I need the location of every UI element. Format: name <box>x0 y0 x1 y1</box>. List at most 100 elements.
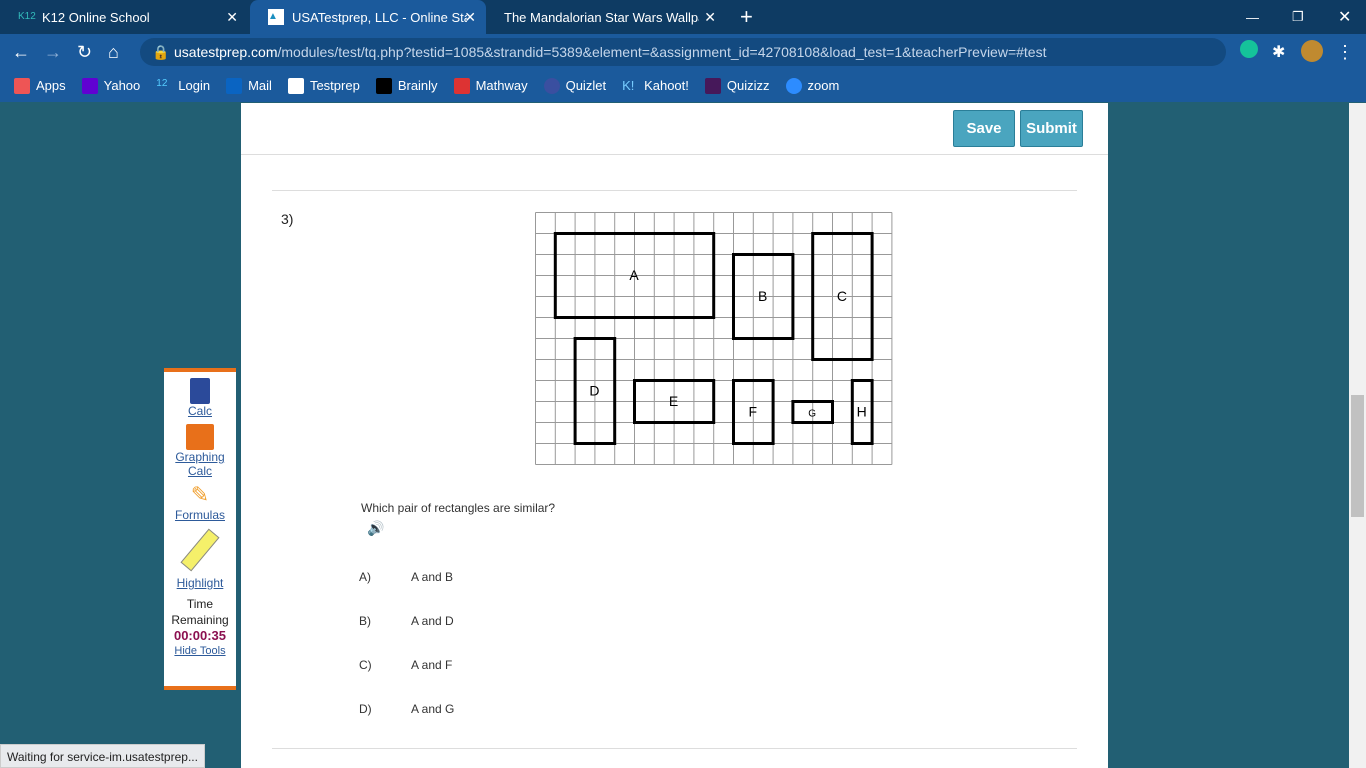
answer-text: A and D <box>411 614 454 628</box>
answer-a[interactable]: A) A and B <box>359 570 453 584</box>
mathway-icon <box>453 78 470 95</box>
apps-icon <box>14 78 30 95</box>
testprep-icon <box>287 78 304 95</box>
divider <box>272 190 1077 191</box>
status-bar: Waiting for service-im.usatestprep... <box>0 744 205 768</box>
bookmark-apps[interactable]: Apps <box>14 78 66 95</box>
question-number: 3) <box>281 211 294 227</box>
time-label: Time Remaining <box>171 597 229 627</box>
close-window-button[interactable]: ✕ <box>1320 0 1351 34</box>
calculator-icon[interactable] <box>190 378 210 404</box>
scrollbar[interactable] <box>1349 103 1366 768</box>
answer-d[interactable]: D) A and G <box>359 702 454 716</box>
outlook-icon <box>226 78 243 95</box>
bookmark-label: Quizizz <box>726 77 770 93</box>
speaker-icon[interactable]: 🔊 <box>367 520 384 537</box>
bookmark-quizlet[interactable]: Quizlet <box>543 77 607 95</box>
bookmark-label: Brainly <box>397 77 438 93</box>
rectangle-label: C <box>837 288 847 304</box>
tab-mandalorian[interactable]: The Mandalorian Star Wars Wallpaper ✕ <box>486 0 726 34</box>
bookmark-login[interactable]: 12 Login <box>156 78 210 95</box>
new-tab-button[interactable]: + <box>722 0 753 34</box>
kahoot-icon: K! <box>622 78 635 94</box>
k12-icon: K12 <box>18 11 36 22</box>
bookmark-testprep[interactable]: Testprep <box>287 77 360 95</box>
close-icon[interactable]: ✕ <box>226 9 238 26</box>
bookmarks-bar: Apps Yahoo 12 Login Mail Testprep Brainly… <box>0 70 1366 102</box>
bookmark-yahoo[interactable]: Yahoo <box>81 77 141 95</box>
reload-icon[interactable]: ↻ <box>77 42 92 63</box>
extensions-icon[interactable]: ✱ <box>1272 42 1285 62</box>
answer-text: A and B <box>411 570 454 584</box>
rectangles-figure: A B C D E F G H <box>535 212 893 465</box>
save-button[interactable]: Save <box>953 110 1015 147</box>
forward-icon[interactable]: → <box>44 42 62 63</box>
bookmark-label: Quizlet <box>565 77 607 93</box>
hide-tools-link[interactable]: Hide Tools <box>164 645 236 657</box>
menu-icon[interactable]: ⋮ <box>1336 42 1354 63</box>
close-icon[interactable]: ✕ <box>464 9 476 26</box>
graphing-calc-icon[interactable] <box>186 424 214 450</box>
avatar[interactable] <box>1301 40 1323 62</box>
divider <box>272 748 1077 749</box>
pencil-icon[interactable]: ✎ <box>164 482 236 508</box>
back-icon[interactable]: ← <box>12 42 30 63</box>
rectangle-label: G <box>808 409 816 420</box>
grammarly-icon[interactable] <box>1240 40 1258 58</box>
answer-letter: B) <box>359 614 371 628</box>
rectangle-label: F <box>749 404 758 420</box>
highlighter-icon[interactable] <box>180 528 220 572</box>
tab-usatestprep[interactable]: ▲ USATestprep, LLC - Online State-S✕ <box>250 0 486 34</box>
formulas-link[interactable]: Formulas <box>164 508 236 522</box>
submit-button[interactable]: Submit <box>1020 110 1083 147</box>
minimize-button[interactable]: — <box>1228 0 1259 34</box>
bookmark-mail[interactable]: Mail <box>226 78 272 95</box>
bookmark-kahoot[interactable]: K! Kahoot! <box>622 78 689 95</box>
rectangle-label: E <box>669 393 678 409</box>
quizlet-icon <box>543 78 560 95</box>
answer-text: A and F <box>411 658 453 672</box>
answer-text: A and G <box>411 702 455 716</box>
address-bar[interactable]: 🔒 usatestprep.com/modules/test/tq.php?tes… <box>140 38 1226 66</box>
bookmark-label: zoom <box>807 77 840 93</box>
tab-k12[interactable]: K12 K12 Online School ✕ <box>0 0 248 34</box>
tab-label: USATestprep, LLC - Online State-S <box>292 9 467 25</box>
bookmark-label: Apps <box>36 77 66 93</box>
home-icon[interactable]: ⌂ <box>108 42 119 63</box>
scrollbar-thumb[interactable] <box>1351 395 1364 517</box>
answer-letter: D) <box>359 702 372 716</box>
bookmark-quizizz[interactable]: Quizizz <box>704 77 770 95</box>
yahoo-icon <box>81 78 98 95</box>
brainly-icon <box>375 78 392 95</box>
close-icon[interactable]: ✕ <box>704 9 716 26</box>
bookmark-label: Testprep <box>309 77 360 93</box>
calc-link[interactable]: Calc <box>164 404 236 418</box>
rectangle-label: A <box>629 267 639 283</box>
restore-button[interactable]: ❐ <box>1274 0 1304 34</box>
bookmark-label: Kahoot! <box>644 77 689 93</box>
bookmark-zoom[interactable]: zoom <box>785 77 840 95</box>
question-prompt: Which pair of rectangles are similar? <box>361 501 556 515</box>
answer-c[interactable]: C) A and F <box>359 658 452 672</box>
graphing-calc-link[interactable]: Graphing Calc <box>175 450 225 478</box>
bookmark-label: Yahoo <box>103 77 141 93</box>
zoom-icon <box>785 78 802 95</box>
k12-icon: 12 <box>156 78 168 90</box>
testprep-icon: ▲ <box>268 9 284 25</box>
rectangle-label: B <box>758 288 767 304</box>
bookmark-mathway[interactable]: Mathway <box>453 77 528 95</box>
rectangle-label: H <box>857 404 867 420</box>
time-remaining: 00:00:35 <box>173 628 227 643</box>
rectangle-label: D <box>589 383 599 399</box>
answer-letter: C) <box>359 658 372 672</box>
bookmark-label: Mathway <box>475 77 528 93</box>
answer-b[interactable]: B) A and D <box>359 614 454 628</box>
bookmark-label: Mail <box>248 77 272 93</box>
bookmark-brainly[interactable]: Brainly <box>375 77 438 95</box>
browser-toolbar: ← → ↻ ⌂ 🔒 usatestprep.com/modules/test/tq… <box>0 34 1366 70</box>
url-host: usatestprep.com <box>174 44 278 60</box>
lock-icon: 🔒 <box>152 44 170 60</box>
highlight-link[interactable]: Highlight <box>164 576 236 590</box>
answer-letter: A) <box>359 570 371 584</box>
tab-bar: K12 K12 Online School ✕ ▲ USATestprep, LLC … <box>0 0 1366 34</box>
